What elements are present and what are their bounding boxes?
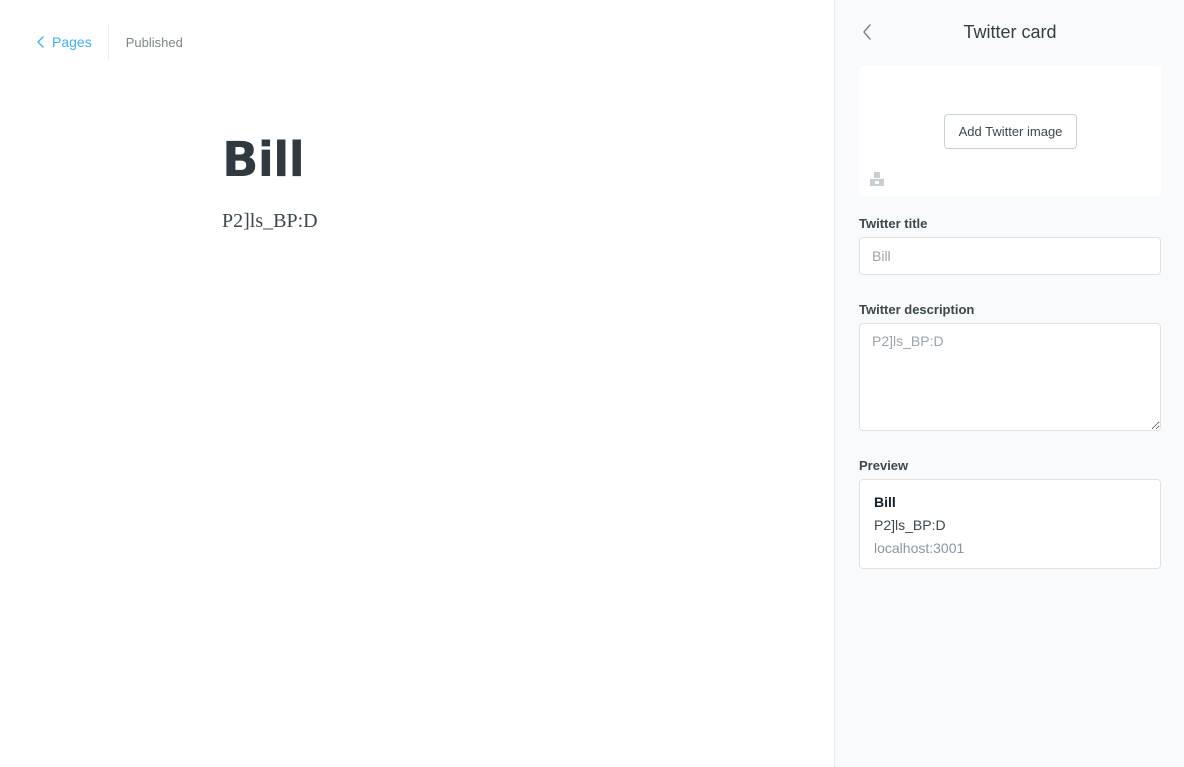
- preview-url: localhost:3001: [874, 540, 965, 556]
- twitter-card-panel: Twitter card Add Twitter image Twitter t…: [834, 0, 1184, 767]
- twitter-description-label: Twitter description: [859, 302, 975, 317]
- twitter-preview-card: Bill P2]ls_BP:D localhost:3001: [859, 479, 1161, 569]
- editor-topbar: Pages Published: [34, 24, 183, 60]
- status-label: Published: [125, 34, 183, 50]
- twitter-description-input[interactable]: [859, 323, 1161, 431]
- preview-description: P2]ls_BP:D: [874, 517, 946, 533]
- editor-area: Pages Published Bill P2]ls_BP:D: [0, 0, 834, 767]
- preview-title: Bill: [874, 494, 896, 510]
- panel-header: Twitter card: [835, 14, 1184, 52]
- twitter-title-input[interactable]: [859, 237, 1161, 275]
- twitter-title-label: Twitter title: [859, 216, 928, 231]
- back-to-pages-link[interactable]: Pages: [34, 24, 108, 60]
- preview-label: Preview: [859, 458, 909, 473]
- back-link-label: Pages: [52, 34, 92, 50]
- twitter-image-dropzone[interactable]: Add Twitter image: [859, 66, 1161, 196]
- post-title[interactable]: Bill: [222, 128, 305, 192]
- post-body[interactable]: P2]ls_BP:D: [222, 208, 318, 234]
- add-twitter-image-button[interactable]: Add Twitter image: [944, 114, 1077, 149]
- chevron-left-icon: [37, 36, 44, 48]
- image-placeholder-icon: [870, 172, 884, 186]
- panel-title: Twitter card: [963, 22, 1057, 42]
